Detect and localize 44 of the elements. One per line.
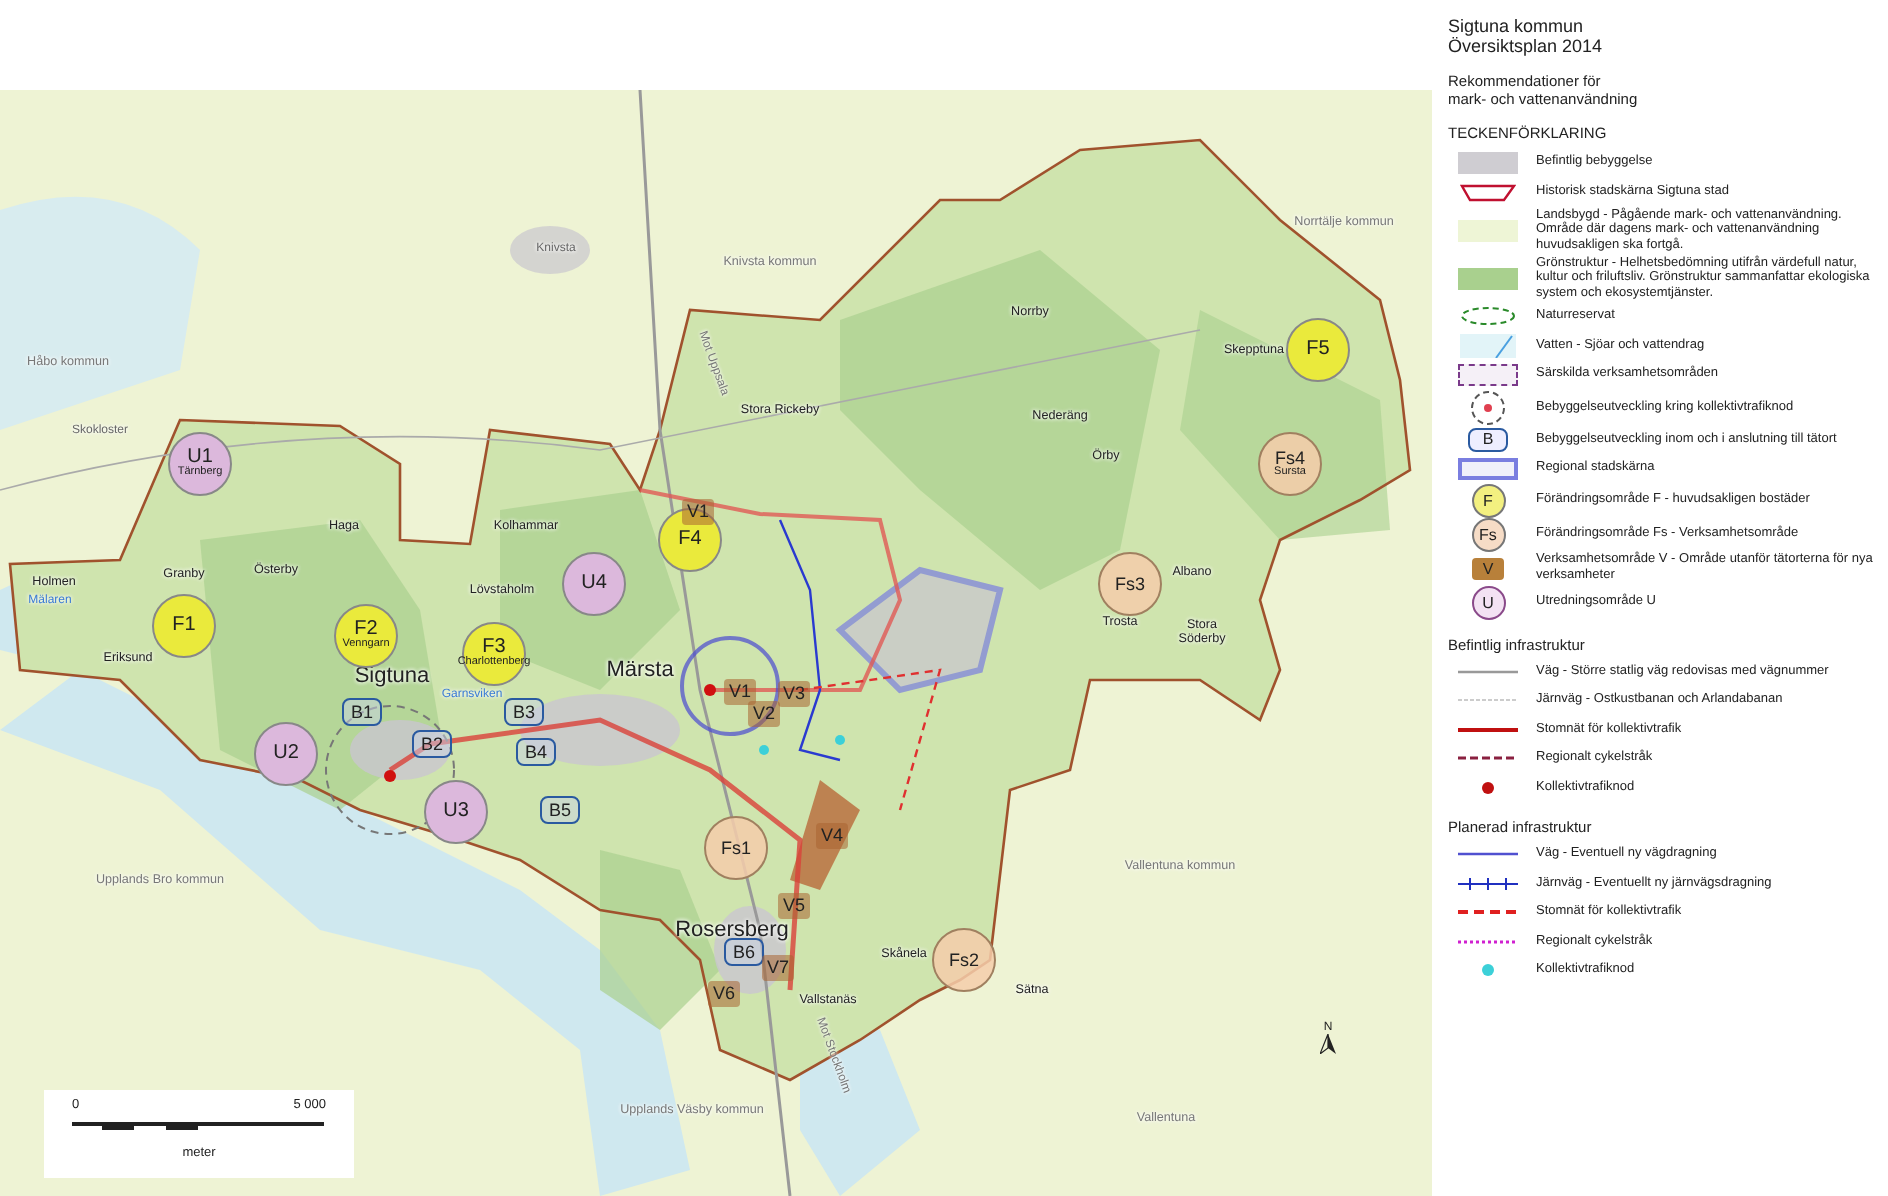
scale-bar-icon xyxy=(72,1122,324,1135)
business-area-marker: V1 xyxy=(682,499,714,525)
business-area-marker: V2 xyxy=(748,701,780,727)
business-area-marker: V7 xyxy=(762,955,794,981)
business-area-marker: V4 xyxy=(816,823,848,849)
node-ring-icon xyxy=(1470,389,1506,425)
investigation-symbol: U xyxy=(1471,585,1505,619)
development-area-symbol: B xyxy=(1468,427,1508,452)
rural-area-swatch xyxy=(1458,219,1518,241)
business-area-marker: V5 xyxy=(778,893,810,919)
town-label: Sigtuna xyxy=(354,663,430,689)
special-area-swatch xyxy=(1458,363,1518,386)
housing-change-symbol: F xyxy=(1471,483,1505,517)
development-area-marker: B3 xyxy=(504,698,544,726)
business-area-marker: V6 xyxy=(708,981,740,1007)
development-area-marker: B5 xyxy=(540,796,580,824)
planned-transit-icon xyxy=(1458,908,1518,917)
business-area-marker: V3 xyxy=(778,681,810,707)
cycle-route-icon xyxy=(1458,754,1518,763)
development-area-marker: B4 xyxy=(516,738,556,766)
built-area-swatch xyxy=(1458,151,1518,174)
town-label: Rosersberg xyxy=(675,917,789,943)
map-title: Sigtuna kommun Översiktsplan 2014 xyxy=(1448,16,1605,56)
development-area-marker: B6 xyxy=(724,938,764,966)
business-area-symbol: V xyxy=(1472,557,1504,579)
development-area-marker: B1 xyxy=(342,698,382,726)
road-line-icon xyxy=(1458,667,1518,676)
historic-core-icon xyxy=(1460,181,1516,202)
planned-road-icon xyxy=(1458,850,1518,859)
planned-railway-icon xyxy=(1458,877,1518,890)
water-icon xyxy=(1460,333,1516,358)
transit-line-icon xyxy=(1458,725,1518,734)
town-label: Märsta xyxy=(606,657,674,683)
railway-line-icon xyxy=(1458,696,1518,705)
nature-structure-swatch xyxy=(1458,267,1518,289)
regional-core-swatch xyxy=(1458,457,1518,480)
business-change-symbol: Fs xyxy=(1471,517,1505,551)
planned-cycle-icon xyxy=(1458,937,1518,946)
nature-reserve-icon xyxy=(1460,306,1516,327)
business-area-marker: V1 xyxy=(724,679,756,705)
planned-node-icon xyxy=(1482,964,1494,977)
development-area-marker: B2 xyxy=(412,730,452,758)
transit-node-icon xyxy=(1482,781,1494,794)
north-arrow-icon xyxy=(1320,1034,1336,1054)
